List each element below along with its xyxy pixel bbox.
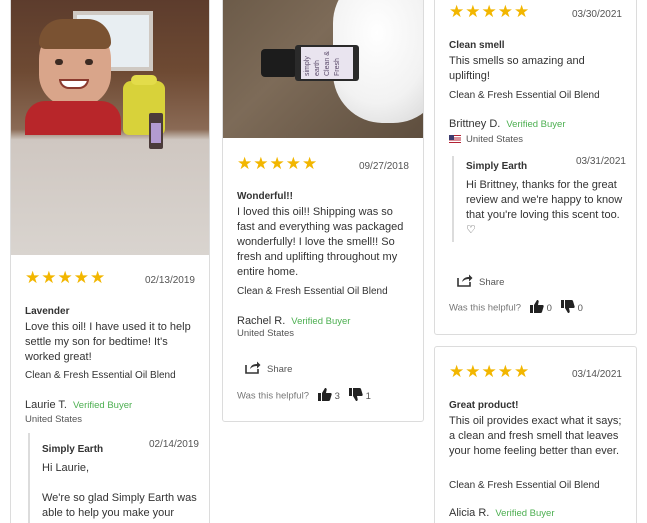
- thumbs-down-icon: [560, 300, 575, 313]
- reply-body: We're so glad Simply Earth was able to h…: [42, 492, 197, 519]
- reviewer-name: Alicia R. Verified Buyer: [449, 507, 555, 519]
- reply-greeting: Hi Laurie,: [42, 462, 90, 474]
- helpful-label: Was this helpful?: [449, 302, 521, 314]
- review-title: Wonderful!!: [237, 191, 293, 202]
- share-button[interactable]: Share: [457, 274, 504, 288]
- verified-buyer-badge: Verified Buyer: [506, 119, 566, 130]
- bottle-label: [151, 123, 161, 143]
- reviewer-country: United States: [237, 328, 295, 339]
- reply-date: 03/31/2021: [575, 156, 626, 167]
- reply-author: Simply Earth: [466, 161, 528, 172]
- review-photo-child[interactable]: [11, 0, 209, 255]
- star-rating: ★★★★★: [25, 268, 107, 287]
- reply-body: Hi Brittney, thanks for the great review…: [466, 179, 623, 236]
- verified-buyer-badge: Verified Buyer: [495, 508, 555, 519]
- review-date: 09/27/2018: [358, 161, 409, 172]
- thumbs-up-button[interactable]: [317, 388, 332, 404]
- review-body: Love this oil! I have used it to help se…: [25, 321, 191, 363]
- helpful-row: Was this helpful? 3 1: [237, 388, 371, 404]
- bottle-brand-text: simply earth: [304, 56, 321, 76]
- thumbs-up-icon: [317, 388, 332, 401]
- review-title: Clean smell: [449, 40, 505, 51]
- eye-left: [55, 59, 63, 65]
- share-label: Share: [479, 277, 505, 288]
- bottle-label: simply earth Clean & Fresh: [301, 47, 353, 79]
- share-icon: [457, 274, 473, 287]
- reply-date: 02/14/2019: [148, 439, 199, 450]
- review-body: This oil provides exact what it says; a …: [449, 415, 622, 457]
- review-date: 03/14/2021: [571, 369, 622, 380]
- reviewer-country: United States: [25, 414, 83, 425]
- review-card-rachel: simply earth Clean & Fresh ★★★★★ 09/27/2…: [222, 0, 424, 422]
- product-name: Clean & Fresh Essential Oil Blend: [449, 90, 600, 101]
- review-photo-bottle[interactable]: simply earth Clean & Fresh: [223, 0, 423, 138]
- review-body: This smells so amazing and uplifting!: [449, 55, 585, 82]
- bottle-label-text: Clean & Fresh: [324, 51, 341, 76]
- reviewer-name-text: Brittney D.: [449, 118, 501, 130]
- review-date: 03/30/2021: [571, 9, 622, 20]
- reviewer-name-text: Rachel R.: [237, 315, 286, 327]
- product-name: Clean & Fresh Essential Oil Blend: [25, 370, 176, 381]
- thumbs-up-count: 0: [546, 302, 552, 314]
- product-name: Clean & Fresh Essential Oil Blend: [237, 286, 388, 297]
- red-shirt: [25, 101, 121, 135]
- product-name: Clean & Fresh Essential Oil Blend: [449, 480, 600, 491]
- helpful-row: Was this helpful? 0 0: [449, 300, 583, 316]
- thumbs-up-count: 3: [334, 390, 340, 402]
- thumbs-up-button[interactable]: [529, 300, 544, 316]
- store-reply: Simply Earth 03/31/2021 Hi Brittney, tha…: [452, 156, 626, 242]
- helpful-label: Was this helpful?: [237, 390, 309, 402]
- star-rating: ★★★★★: [449, 362, 531, 381]
- star-rating: ★★★★★: [449, 2, 531, 21]
- us-flag-icon: [449, 135, 461, 144]
- bottle-cap: [261, 49, 297, 77]
- store-reply: Simply Earth 02/14/2019 Hi Laurie, We're…: [28, 433, 199, 523]
- eye-right: [85, 59, 93, 65]
- share-button[interactable]: Share: [245, 361, 292, 375]
- reviewer-name: Brittney D. Verified Buyer: [449, 118, 566, 130]
- star-rating: ★★★★★: [237, 154, 319, 173]
- child-hair: [39, 19, 111, 49]
- thumbs-down-icon: [348, 388, 363, 401]
- reply-author: Simply Earth: [42, 444, 104, 455]
- thumbs-down-count: 1: [365, 390, 371, 402]
- review-title: Lavender: [25, 306, 70, 317]
- verified-buyer-badge: Verified Buyer: [291, 316, 351, 327]
- share-icon: [245, 361, 261, 374]
- thumbs-down-button[interactable]: [348, 388, 363, 404]
- reviewer-name-text: Laurie T.: [25, 399, 67, 411]
- review-card-laurie: ★★★★★ 02/13/2019 Lavender Love this oil!…: [10, 0, 210, 523]
- reviewer-name-text: Alicia R.: [449, 507, 490, 519]
- verified-buyer-badge: Verified Buyer: [73, 400, 133, 411]
- thumbs-down-button[interactable]: [560, 300, 575, 316]
- thumbs-down-count: 0: [577, 302, 583, 314]
- review-title: Great product!: [449, 400, 519, 411]
- reviewer-country-text: United States: [466, 134, 524, 145]
- review-card-alicia: ★★★★★ 03/14/2021 Great product! This oil…: [434, 346, 637, 523]
- reviewer-name: Rachel R. Verified Buyer: [237, 315, 350, 327]
- review-body: I loved this oil!! Shipping was so fast …: [237, 206, 404, 278]
- diffuser-top: [131, 75, 157, 85]
- review-card-brittney: ★★★★★ 03/30/2021 Clean smell This smells…: [434, 0, 637, 335]
- review-date: 02/13/2019: [144, 275, 195, 286]
- reviewer-name: Laurie T. Verified Buyer: [25, 399, 132, 411]
- share-label: Share: [267, 364, 293, 375]
- reviewer-country: United States: [449, 134, 523, 145]
- thumbs-up-icon: [529, 300, 544, 313]
